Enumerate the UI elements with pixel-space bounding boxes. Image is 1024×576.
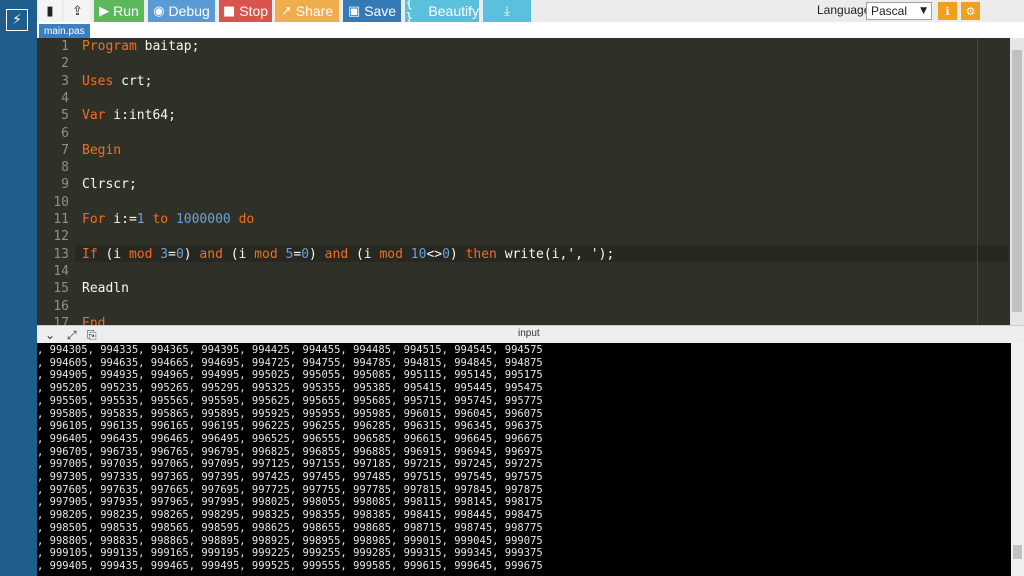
code-line[interactable]: Begin bbox=[82, 143, 121, 158]
beautify-label: Beautify bbox=[428, 3, 479, 19]
stop-icon: ■ bbox=[222, 3, 236, 19]
share-button[interactable]: ↗ Share bbox=[275, 0, 339, 22]
copy-icon[interactable]: ⎘ bbox=[87, 328, 97, 343]
left-sidebar: ⚡ bbox=[0, 0, 37, 576]
io-panel-header: ⌄ ⤢ ⎘ input bbox=[37, 325, 1024, 344]
stop-button[interactable]: ■ Stop bbox=[219, 0, 272, 22]
line-number: 8 bbox=[61, 160, 69, 176]
console-line: , 998505, 998535, 998565, 998595, 998625… bbox=[37, 521, 543, 534]
line-number: 1 bbox=[61, 39, 69, 54]
stop-label: Stop bbox=[239, 3, 269, 19]
console-line: , 997905, 997935, 997965, 997995, 998025… bbox=[37, 496, 543, 509]
print-margin bbox=[977, 38, 978, 325]
chevron-down-icon[interactable]: ⌄ bbox=[45, 328, 55, 342]
code-line[interactable]: Program baitap; bbox=[82, 39, 199, 54]
share-icon: ↗ bbox=[280, 3, 292, 19]
line-number: 13 bbox=[53, 246, 69, 262]
console-line: , 994605, 994635, 994665, 994695, 994725… bbox=[37, 356, 543, 369]
line-number: 15 bbox=[53, 281, 69, 297]
language-value: Pascal bbox=[871, 4, 908, 18]
save-icon: ▣ bbox=[347, 3, 361, 19]
chevron-down-icon: ▼ bbox=[920, 6, 927, 16]
upload-icon: ⇪ bbox=[72, 3, 83, 19]
code-line[interactable]: Var i:int64; bbox=[82, 108, 176, 123]
console-line: , 997305, 997335, 997365, 997395, 997425… bbox=[37, 471, 543, 483]
code-line[interactable]: If (i mod 3=0) and (i mod 5=0) and (i mo… bbox=[82, 247, 614, 262]
expand-icon[interactable]: ⤢ bbox=[67, 328, 77, 343]
panel-title: input bbox=[518, 328, 540, 339]
code-line[interactable]: Readln bbox=[82, 281, 129, 296]
document-icon: ▮ bbox=[46, 3, 54, 19]
console-line: , 996405, 996435, 996465, 996495, 996525… bbox=[37, 432, 543, 445]
file-tabbar: main.pas bbox=[37, 22, 1024, 38]
info-button[interactable]: ℹ bbox=[938, 2, 957, 20]
line-number: 12 bbox=[53, 229, 69, 245]
console-line: , 995205, 995235, 995265, 995295, 995325… bbox=[37, 382, 543, 395]
code-line[interactable]: Clrscr; bbox=[82, 177, 137, 192]
editor-scrollbar[interactable] bbox=[1010, 38, 1024, 325]
debug-icon: ◉ bbox=[153, 3, 165, 19]
console-output[interactable]: , 994305, 994335, 994365, 994395, 994425… bbox=[37, 343, 1011, 576]
line-number: 5 bbox=[61, 108, 69, 124]
run-button[interactable]: ▶ Run bbox=[94, 0, 144, 22]
tab-main-pas[interactable]: main.pas bbox=[39, 24, 90, 38]
line-number: 10 bbox=[53, 194, 69, 210]
line-number: 4 bbox=[61, 90, 69, 106]
language-label: Language bbox=[817, 3, 871, 17]
console-line: , 995805, 995835, 995865, 995895, 995925… bbox=[37, 407, 543, 420]
console-scrollbar[interactable] bbox=[1011, 343, 1024, 576]
line-number: 11 bbox=[53, 212, 69, 227]
gear-icon: ⚙ bbox=[965, 4, 976, 18]
console-line: , 997605, 997635, 997665, 997695, 997725… bbox=[37, 483, 543, 496]
line-number: 9 bbox=[61, 177, 69, 193]
console-line: , 999405, 999435, 999465, 999495, 999525… bbox=[37, 559, 543, 572]
console-line: , 996105, 996135, 996165, 996195, 996225… bbox=[37, 420, 543, 433]
line-number: 17 bbox=[53, 315, 69, 325]
save-button[interactable]: ▣ Save bbox=[343, 0, 401, 22]
line-number: 2 bbox=[61, 56, 69, 72]
console-scrollbar-thumb[interactable] bbox=[1013, 545, 1022, 559]
line-number: 6 bbox=[61, 125, 69, 141]
console-line: , 998805, 998835, 998865, 998895, 998925… bbox=[37, 534, 543, 547]
code-line[interactable]: End. bbox=[82, 316, 113, 325]
debug-button[interactable]: ◉ Debug bbox=[148, 0, 215, 22]
line-number: 16 bbox=[53, 298, 69, 314]
language-select[interactable]: Pascal ▼ bbox=[866, 2, 932, 20]
code-line[interactable]: Uses crt; bbox=[82, 74, 152, 89]
download-button[interactable]: ⤓ bbox=[483, 0, 531, 22]
console-line: , 994905, 994935, 994965, 994995, 995025… bbox=[37, 369, 543, 382]
code-line[interactable]: For i:=1 to 1000000 do bbox=[82, 212, 254, 227]
beautify-button[interactable]: { } Beautify bbox=[405, 0, 479, 26]
upload-button[interactable]: ⇪ bbox=[64, 0, 91, 22]
line-number: 3 bbox=[61, 73, 69, 89]
save-label: Save bbox=[364, 3, 397, 19]
share-label: Share bbox=[295, 3, 334, 19]
editor-scrollbar-thumb[interactable] bbox=[1012, 50, 1022, 312]
console-line: , 995505, 995535, 995565, 995595, 995625… bbox=[37, 394, 543, 407]
play-icon: ▶ bbox=[99, 3, 110, 19]
new-file-button[interactable]: ▮ bbox=[38, 0, 62, 22]
console-line: , 998205, 998235, 998265, 998295, 998325… bbox=[37, 509, 543, 522]
info-icon: ℹ bbox=[945, 4, 950, 18]
line-number: 7 bbox=[61, 142, 69, 158]
settings-button[interactable]: ⚙ bbox=[961, 2, 980, 20]
code-editor[interactable]: 1 2 3 4 5 6 7 8 9 10 11 12 13 14 15 16 17 Program baitap… bbox=[37, 38, 1024, 325]
line-gutter: 1 2 3 4 5 6 7 8 9 10 11 12 13 14 15 16 17 bbox=[37, 38, 75, 325]
line-number: 14 bbox=[53, 263, 69, 279]
run-label: Run bbox=[113, 3, 139, 19]
console-line: , 996705, 996735, 996765, 996795, 996825… bbox=[37, 445, 543, 458]
console-line: , 994305, 994335, 994365, 994395, 994425… bbox=[37, 344, 543, 356]
console-line: , 999105, 999135, 999165, 999195, 999225… bbox=[37, 547, 543, 560]
download-icon: ⤓ bbox=[504, 3, 510, 19]
toolbar: ▮ ⇪ ▶ Run ◉ Debug ■ Stop ↗ Share ▣ Save { } Be… bbox=[37, 0, 1024, 26]
debug-label: Debug bbox=[168, 3, 210, 19]
logo-icon[interactable]: ⚡ bbox=[6, 9, 28, 31]
console-line: , 997005, 997035, 997065, 997095, 997125… bbox=[37, 458, 543, 471]
